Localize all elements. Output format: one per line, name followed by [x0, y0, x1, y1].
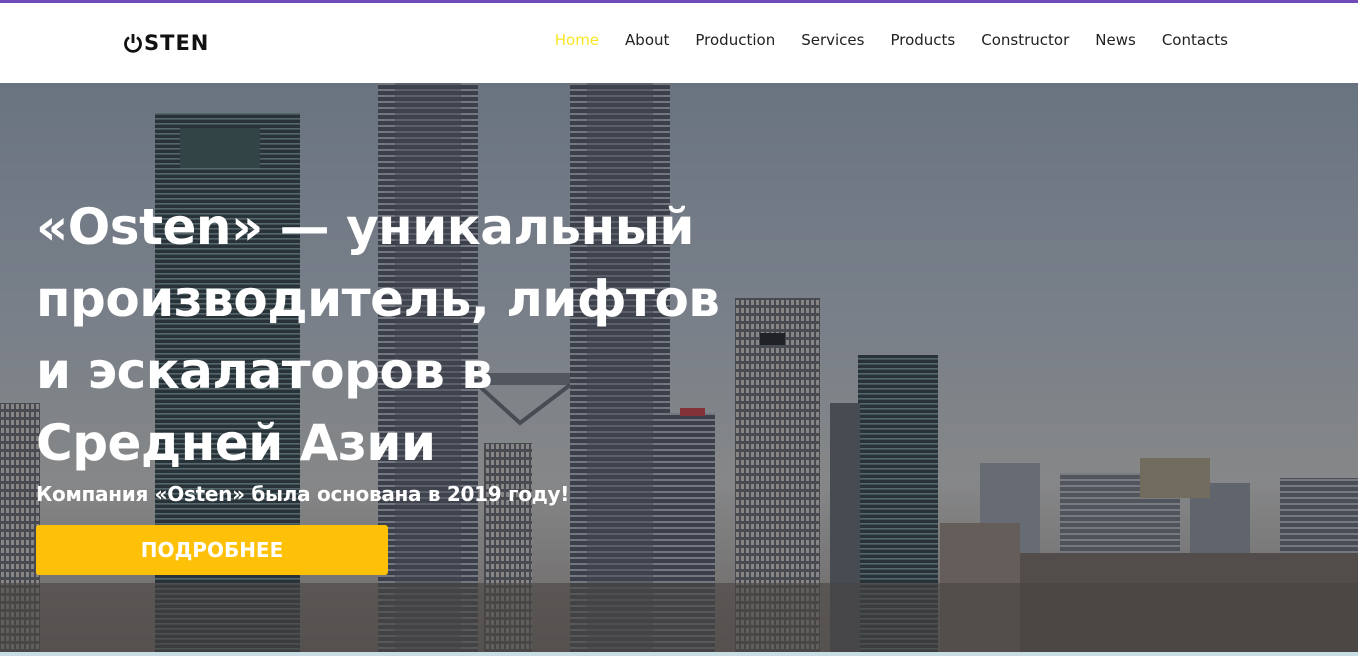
nav-services[interactable]: Services: [801, 31, 864, 49]
nav-home[interactable]: Home: [555, 31, 599, 49]
bottom-edge-line: [0, 652, 1358, 656]
hero-section: «Osten» — уникальный производитель, лифт…: [0, 83, 1358, 652]
nav-about[interactable]: About: [625, 31, 669, 49]
more-details-button[interactable]: ПОДРОБНЕЕ: [36, 525, 388, 575]
navbar: STEN Home About Production Services Prod…: [0, 3, 1358, 83]
nav-constructor[interactable]: Constructor: [981, 31, 1069, 49]
hero-title: «Osten» — уникальный производитель, лифт…: [36, 198, 720, 472]
nav-products[interactable]: Products: [890, 31, 955, 49]
logo[interactable]: STEN: [123, 30, 209, 56]
power-o-icon: [123, 33, 143, 53]
nav-production[interactable]: Production: [695, 31, 775, 49]
hero-subtitle: Компания «Osten» была основана в 2019 го…: [36, 482, 570, 506]
logo-text: STEN: [144, 31, 210, 55]
nav-news[interactable]: News: [1095, 31, 1136, 49]
nav-contacts[interactable]: Contacts: [1162, 31, 1228, 49]
main-nav: Home About Production Services Products …: [555, 31, 1228, 49]
